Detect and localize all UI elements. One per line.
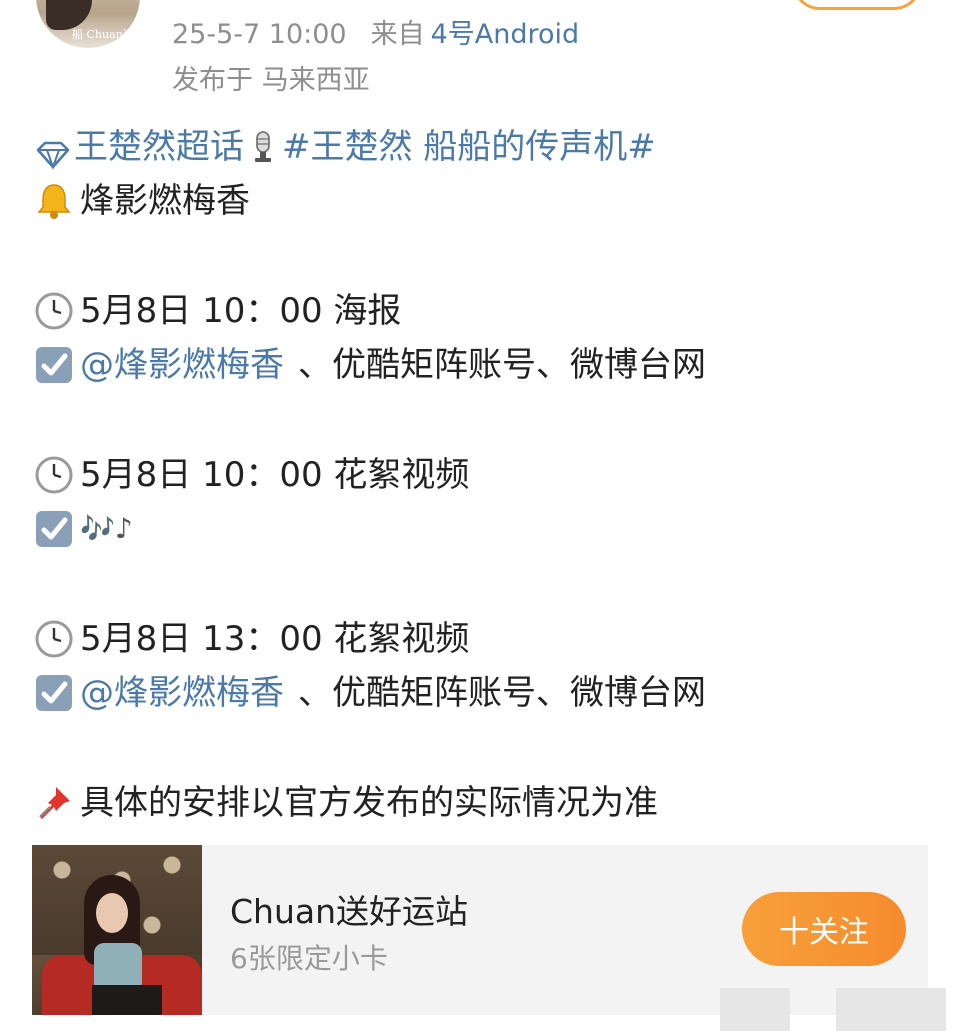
schedule-detail-text: 、优酷矩阵账号、微博台网 [298,345,706,385]
blurred-area [720,988,790,1031]
schedule-time-line: 5月8日 10：00 海报 [34,284,934,338]
account-card[interactable]: Chuan送好运站 6张限定小卡 十关注 [32,845,928,1015]
source-label: 来自 [370,19,425,50]
checkbox-icon [34,345,74,385]
top-follow-button[interactable] [792,0,922,10]
post-content: 王楚然超话 #王楚然 船船的传声机# 烽影燃梅香 5月8日 10：00 海报 @… [34,120,934,830]
schedule-detail-line: 🎶♪ [34,502,934,556]
supertopic-text: 王楚然超话 [74,127,244,167]
bell-icon [34,181,74,221]
card-title[interactable]: Chuan送好运站 [230,885,468,933]
mention-link[interactable]: @烽影燃梅香 [80,338,284,392]
blurred-area [836,988,946,1031]
topic-line: 王楚然超话 #王楚然 船船的传声机# [34,120,934,174]
diamond-icon [34,132,72,171]
avatar-text: 船 Chuan送 [72,28,134,41]
post-title: 烽影燃梅香 [80,181,250,221]
schedule-time-line: 5月8日 13：00 花絮视频 [34,612,934,666]
schedule-detail-line: @烽影燃梅香 、优酷矩阵账号、微博台网 [34,666,934,720]
schedule-detail-line: @烽影燃梅香 、优酷矩阵账号、微博台网 [34,338,934,392]
title-line: 烽影燃梅香 [34,174,934,228]
note-text: 具体的安排以官方发布的实际情况为准 [80,783,658,823]
avatar[interactable]: 船 Chuan送 [36,0,140,48]
schedule-time-line: 5月8日 10：00 花絮视频 [34,448,934,502]
post-meta: 25-5-7 10:00 来自 4号Android [172,12,579,51]
note-line: 具体的安排以官方发布的实际情况为准 [34,776,934,830]
schedule-time: 5月8日 13：00 花絮视频 [80,619,470,659]
schedule-time: 5月8日 10：00 花絮视频 [80,455,470,495]
clock-icon [34,455,74,495]
supertopic-link[interactable]: 王楚然超话 [34,120,244,174]
pushpin-icon [34,783,74,823]
checkbox-icon [34,673,74,713]
post-location: 发布于 马来西亚 [172,65,370,96]
mention-link[interactable]: @烽影燃梅香 [80,666,284,720]
timestamp: 25-5-7 10:00 [172,19,347,50]
schedule-detail-text: 、优酷矩阵账号、微博台网 [298,673,706,713]
device-link[interactable]: 4号Android [431,19,580,50]
follow-button[interactable]: 十关注 [742,892,906,966]
clock-icon [34,619,74,659]
clock-icon [34,291,74,331]
microphone-icon [250,129,276,165]
music-notes: 🎶♪ [80,512,133,545]
card-subtitle: 6张限定小卡 [230,942,388,975]
card-photo[interactable] [32,845,202,1015]
hashtag-link[interactable]: #王楚然 船船的传声机# [282,120,656,174]
schedule-time: 5月8日 10：00 海报 [80,291,402,331]
checkbox-icon [34,509,74,549]
